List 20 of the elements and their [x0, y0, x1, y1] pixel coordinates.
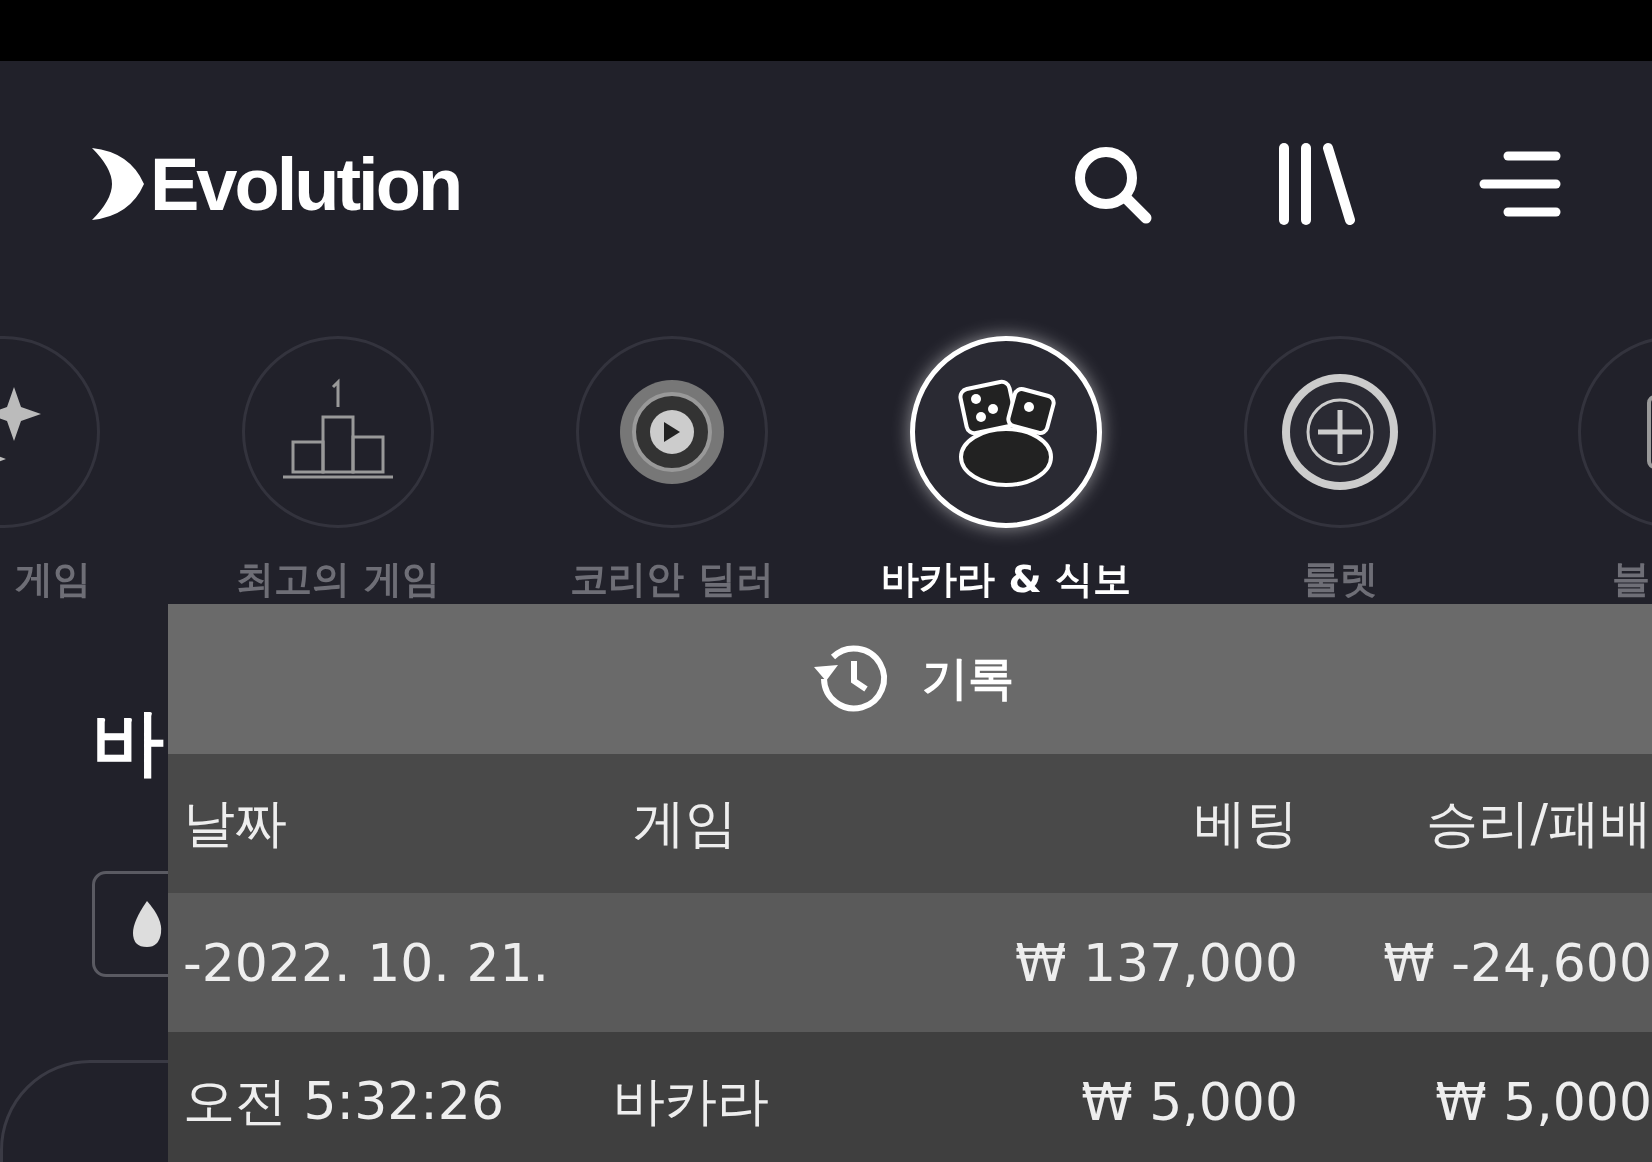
result-cell-text: ₩ -24,600	[1382, 932, 1652, 993]
category-label: 룰렛	[1301, 556, 1379, 603]
panel-title: 기록	[922, 650, 1014, 707]
date-cell-text: 오전 5:32:26	[183, 1069, 505, 1133]
category-label: 코리안 딜러	[569, 556, 775, 603]
category-label: 최고의 게임	[235, 556, 441, 603]
result-cell-text: ₩ 5,000	[1434, 1071, 1652, 1132]
category-label: 바카라 & 식보	[880, 556, 1132, 603]
date-cell-text: -2022. 10. 21.	[183, 932, 551, 993]
bet-cell-text: ₩ 137,000	[1014, 932, 1298, 993]
category-label: 게임	[14, 556, 92, 603]
category-label: 블	[1611, 556, 1651, 603]
column-header: 날짜	[183, 791, 288, 855]
column-header: 베팅	[1193, 791, 1298, 855]
logo-text: Evolution	[150, 141, 461, 227]
column-header: 승리/패배	[1425, 791, 1652, 855]
bet-cell-text: ₩ 5,000	[1080, 1071, 1298, 1132]
game-cell-text: 바카라	[613, 1069, 770, 1133]
column-header: 게임	[632, 791, 738, 855]
section-heading: 바	[92, 699, 165, 786]
